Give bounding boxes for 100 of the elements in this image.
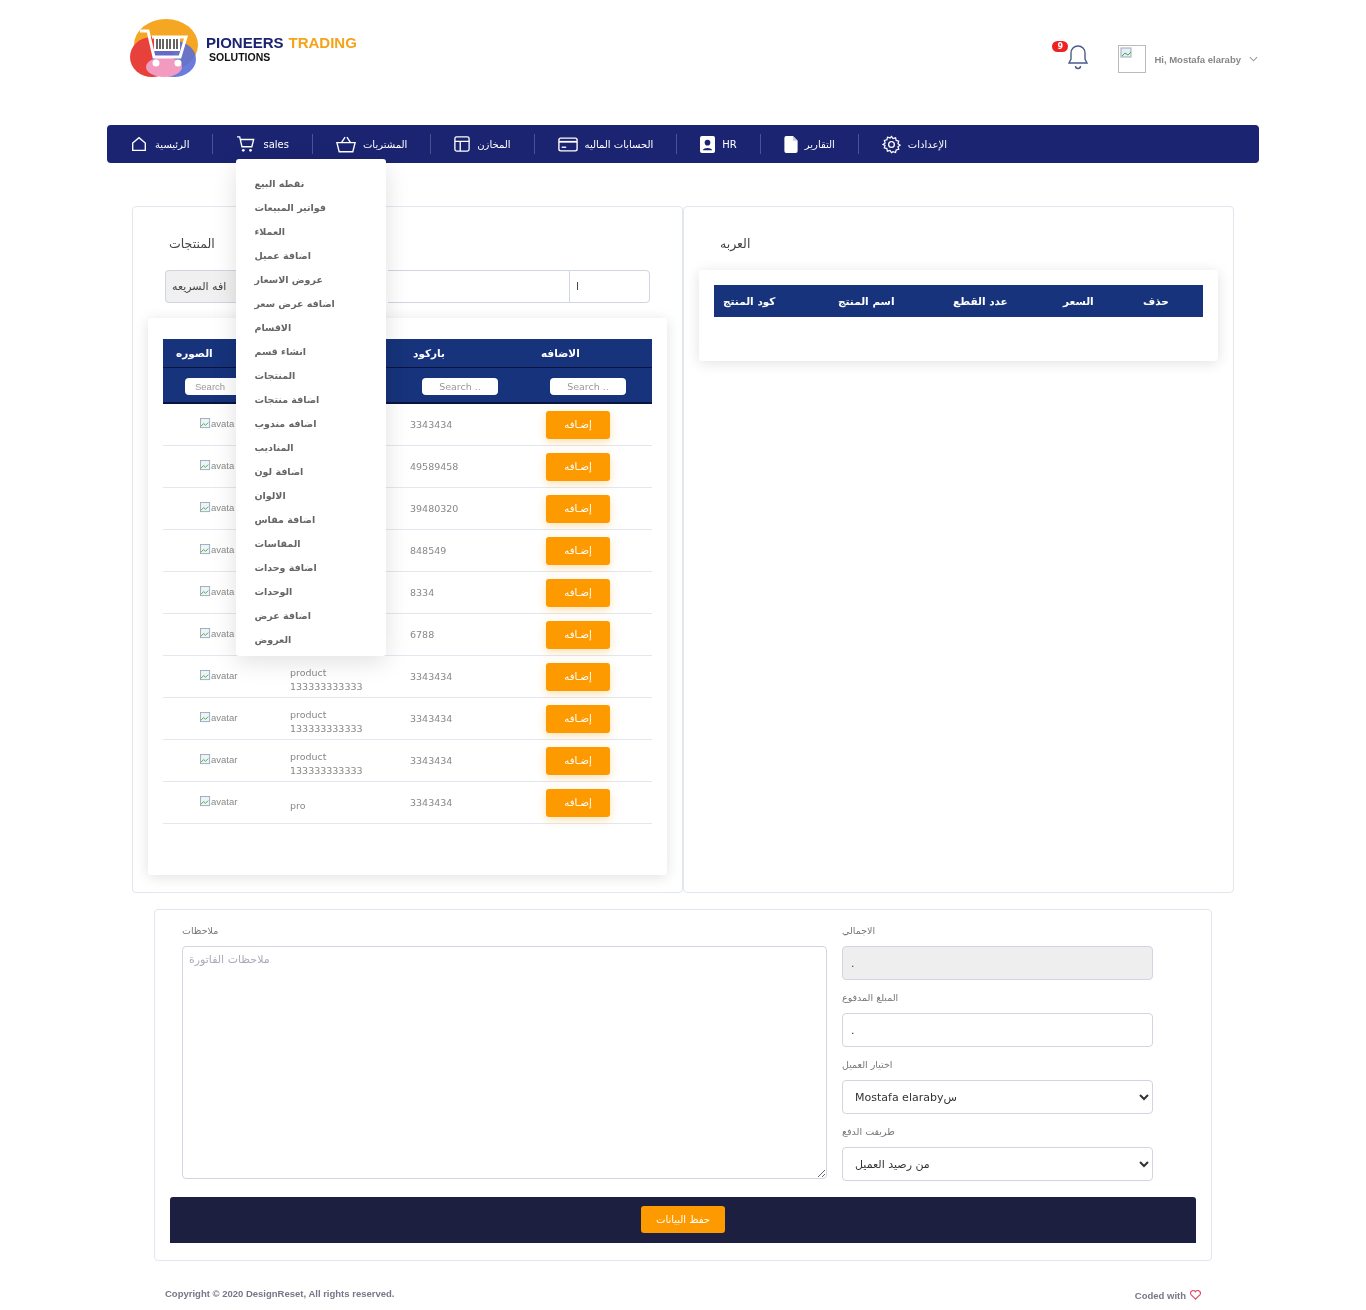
nav-item[interactable]: التقارير	[783, 135, 835, 153]
basket-icon	[335, 135, 356, 153]
barcode-text: 3343434	[410, 713, 453, 724]
menu-item[interactable]: الوحدات	[254, 580, 293, 604]
input-field[interactable]: .	[842, 1013, 1153, 1047]
column-header: السعر	[1063, 295, 1094, 307]
avatar-image	[1118, 45, 1147, 73]
image-alt-text: avatar	[211, 670, 238, 681]
field-addon: ا	[569, 270, 650, 303]
credit-text: Coded with	[1134, 1290, 1186, 1301]
image-alt-text: avata	[211, 586, 235, 597]
menu-item[interactable]: المقاسات	[254, 532, 301, 556]
product-name: product 133333333333	[290, 707, 364, 736]
menu-item[interactable]: المناديب	[254, 436, 294, 460]
barcode-text: 8334	[410, 587, 435, 598]
nav-item[interactable]: HR	[700, 135, 737, 153]
broken-image-icon	[200, 586, 211, 597]
image-alt-text: avata	[211, 460, 235, 471]
menu-item[interactable]: نقطه البيع	[254, 172, 305, 196]
product-name: product 133333333333	[290, 665, 364, 694]
image-alt-text: avata	[211, 502, 235, 513]
menu-item[interactable]: فواتير المبيعات	[254, 196, 326, 220]
field-label: الاجمالي	[842, 925, 876, 938]
notes-field[interactable]: ملاحظات الفاتورة	[182, 946, 827, 1179]
logo-icon	[128, 17, 200, 79]
menu-item[interactable]: اضافة عرض	[254, 604, 311, 628]
column-header: باركود	[413, 347, 445, 359]
nav-item[interactable]: الحسابات الماليه	[557, 136, 654, 152]
broken-image-icon	[200, 544, 211, 555]
logo-word: TRADING	[288, 33, 357, 51]
menu-item[interactable]: اضافه عرض سعر	[254, 292, 335, 316]
menu-item[interactable]: اضافة عميل	[254, 244, 311, 268]
column-header: الصوره	[176, 347, 213, 359]
search-field[interactable]: Search ..	[422, 378, 498, 395]
column-header: حذف	[1143, 295, 1169, 307]
nav-item[interactable]: المشتريات	[335, 135, 408, 153]
layout-icon	[454, 136, 471, 152]
broken-image-icon	[200, 754, 211, 765]
user-greeting[interactable]: Hi, Mostafa elaraby	[1154, 53, 1241, 65]
image-alt-text: avatar	[211, 712, 238, 723]
column-header: اسم المنتج	[838, 295, 895, 307]
broken-image-icon	[200, 502, 211, 513]
menu-item[interactable]: الاقسام	[254, 316, 292, 340]
product-name: pro	[290, 798, 307, 813]
barcode-text: 49589458	[410, 461, 459, 472]
copyright-text: Copyright © 2020 DesignReset, All rights reserved.	[165, 1288, 395, 1301]
column-header: كود المنتج	[723, 295, 776, 307]
image-alt-text: avata	[211, 544, 235, 555]
barcode-text: 39480320	[410, 503, 459, 514]
broken-image-icon	[200, 670, 211, 681]
image-alt-text: avata	[211, 418, 235, 429]
image-alt-text: avatar	[211, 754, 238, 765]
notification-count: 9	[1052, 41, 1068, 52]
heart-icon	[1190, 1290, 1201, 1300]
home-icon	[130, 135, 148, 153]
chevron-down-icon[interactable]	[1249, 56, 1258, 62]
menu-item[interactable]: الالوان	[254, 484, 286, 508]
barcode-text: 3343434	[410, 755, 453, 766]
input-field[interactable]	[388, 270, 569, 303]
broken-image-icon	[200, 712, 211, 723]
id-badge-icon	[700, 135, 716, 153]
barcode-text: 6788	[410, 629, 435, 640]
menu-item[interactable]: اضافه مندوب	[254, 412, 317, 436]
broken-image-icon	[200, 628, 211, 639]
barcode-text: 848549	[410, 545, 447, 556]
column-header: الاضافه	[541, 347, 580, 359]
cart-icon	[236, 135, 257, 153]
menu-item[interactable]: اضافة وحدات	[254, 556, 317, 580]
settings-icon	[881, 134, 901, 154]
menu-item[interactable]: العملاء	[254, 220, 286, 244]
select-field[interactable]: Mostafa elarabyس	[842, 1080, 1153, 1114]
broken-image-icon	[200, 418, 211, 429]
menu-item[interactable]: عروض الاسعار	[254, 268, 323, 292]
menu-item[interactable]: العروض	[254, 628, 292, 652]
logo-subtitle: SOLUTIONS	[209, 50, 272, 63]
broken-image-icon	[200, 796, 211, 807]
field-label: طريقت الدفع	[842, 1126, 895, 1139]
menu-item[interactable]: انشاء قسم	[254, 340, 306, 364]
broken-image-icon	[200, 460, 211, 471]
nav-item[interactable]: sales	[236, 135, 289, 153]
barcode-text: 3343434	[410, 419, 453, 430]
field-addon: افه السريعه	[165, 270, 238, 303]
nav-item[interactable]: المخازن	[454, 136, 511, 152]
card-title: المنتجات	[169, 236, 215, 251]
menu-item[interactable]: اضافة لون	[254, 460, 304, 484]
bell-icon[interactable]	[1066, 44, 1091, 70]
nav-item[interactable]: الإعدادات	[881, 134, 947, 154]
select-field[interactable]: من رصيد العميل	[842, 1147, 1153, 1181]
logo-word: PIONEERS	[206, 33, 284, 51]
menu-item[interactable]: اضافة مقاس	[254, 508, 316, 532]
nav-item[interactable]: الرئيسية	[130, 135, 190, 153]
product-name: product 133333333333	[290, 749, 364, 778]
field-label: المبلغ المدفوع	[842, 992, 899, 1005]
barcode-text: 3343434	[410, 671, 453, 682]
barcode-text: 3343434	[410, 797, 453, 808]
image-alt-text: avata	[211, 628, 235, 639]
card-title: العربه	[720, 236, 751, 251]
credit-card-icon	[557, 136, 578, 152]
file-icon	[783, 135, 798, 153]
search-field[interactable]: Search ..	[550, 378, 626, 395]
